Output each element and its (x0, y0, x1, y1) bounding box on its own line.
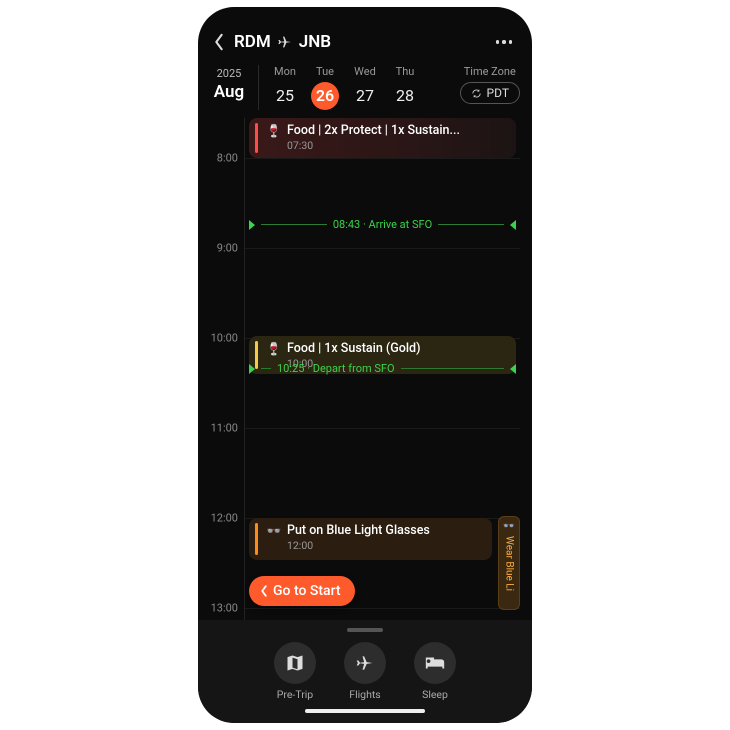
go-to-start-button[interactable]: Go to Start (249, 576, 355, 606)
day-thu[interactable]: Thu 28 (389, 65, 421, 110)
glasses-icon: 👓 (265, 524, 283, 539)
hour-column: 8:00 9:00 10:00 11:00 12:00 13:00 (198, 118, 244, 620)
home-indicator[interactable] (305, 709, 425, 713)
dest-code: JNB (299, 32, 331, 52)
chevron-left-icon (259, 585, 269, 597)
day-mon[interactable]: Mon 25 (269, 65, 301, 110)
date-strip: 2025 Aug Mon 25 Tue 26 Wed 27 Thu 28 Tim… (198, 59, 532, 118)
header: RDM JNB (198, 27, 532, 59)
day-wed[interactable]: Wed 27 (349, 65, 381, 110)
grid: 🍷 Food | 2x Protect | 1x Sustain... 07:3… (244, 118, 520, 620)
event-food-protect[interactable]: 🍷 Food | 2x Protect | 1x Sustain... 07:3… (249, 118, 516, 158)
bed-icon (424, 653, 446, 673)
timeline[interactable]: 8:00 9:00 10:00 11:00 12:00 13:00 🍷 Food… (198, 118, 532, 620)
status-bar (198, 7, 532, 27)
nav-pretrip[interactable]: Pre-Trip (274, 642, 316, 701)
timezone-label: Time Zone (460, 65, 520, 78)
month-label: Aug (210, 82, 248, 102)
marker-depart-sfo: 10:25 · Depart from SFO (249, 362, 516, 375)
food-icon: 🍷 (265, 124, 283, 139)
year-label: 2025 (210, 67, 248, 80)
drag-handle[interactable] (347, 628, 383, 632)
nav-sleep[interactable]: Sleep (414, 642, 456, 701)
bottom-sheet: Pre-Trip Flights Sleep (198, 620, 532, 723)
app-screen: RDM JNB 2025 Aug Mon 25 Tue 26 (198, 7, 532, 723)
more-menu-button[interactable] (490, 34, 519, 50)
origin-code: RDM (234, 32, 271, 52)
plane-icon (355, 653, 375, 673)
side-pill-wear-blue-light[interactable]: 👓 Wear Blue Li (498, 516, 520, 610)
nav-flights[interactable]: Flights (344, 642, 386, 701)
event-blue-light-glasses[interactable]: 👓 Put on Blue Light Glasses 12:00 (249, 518, 492, 560)
days-row: Mon 25 Tue 26 Wed 27 Thu 28 (258, 65, 450, 110)
map-icon (285, 653, 305, 673)
trip-title: RDM JNB (234, 32, 331, 52)
timezone-picker[interactable]: PDT (460, 82, 520, 104)
food-icon: 🍷 (265, 342, 283, 357)
glasses-icon: 👓 (503, 521, 515, 532)
plane-icon (277, 34, 293, 50)
refresh-icon (471, 88, 482, 99)
day-tue[interactable]: Tue 26 (309, 65, 341, 110)
marker-arrive-sfo: 08:43 · Arrive at SFO (249, 218, 516, 231)
back-button[interactable] (208, 31, 230, 53)
